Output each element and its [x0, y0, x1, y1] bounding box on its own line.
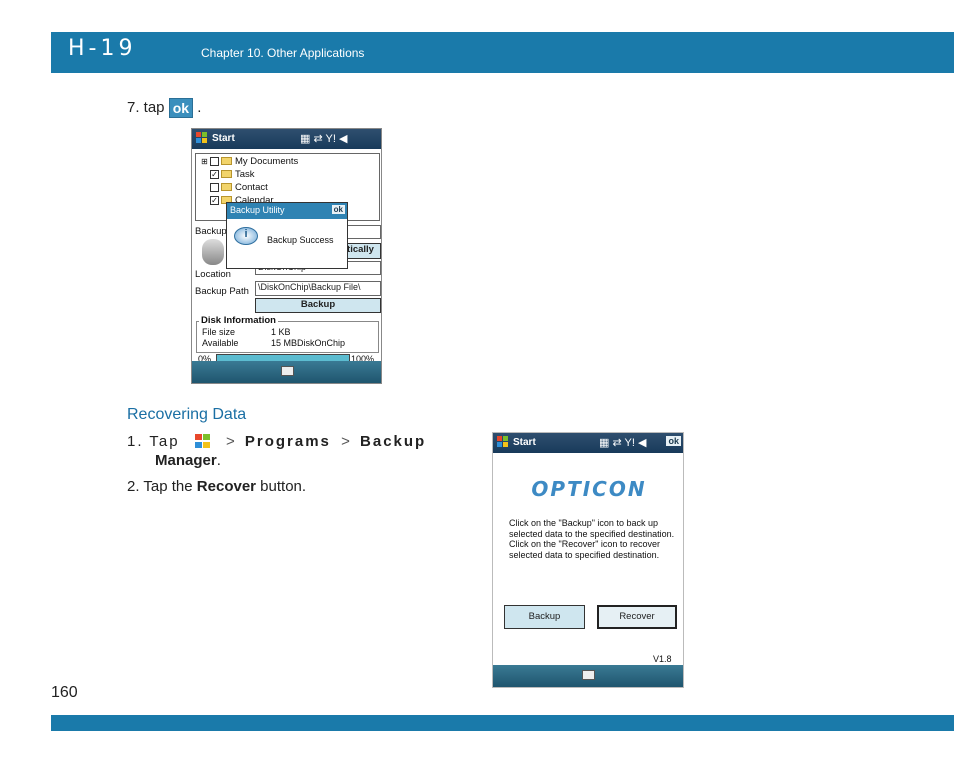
file-size-label: File size [202, 327, 236, 337]
file-size-value: 1 KB [271, 327, 291, 337]
step-7-period: . [197, 98, 202, 116]
backup-text: Backup [360, 433, 427, 450]
recover-step-1: 1. Tap > Programs > Backup Manager. [127, 433, 467, 469]
footer-band [51, 715, 954, 731]
separator: > [225, 433, 235, 450]
period: . [216, 452, 221, 470]
manager-text: Manager [155, 452, 217, 470]
description-text: Click on the "Backup" icon to back up se… [509, 518, 675, 560]
programs-text: Programs [244, 433, 331, 450]
soft-key-bar [192, 361, 381, 383]
soft-key-bar [493, 665, 683, 687]
tree-item[interactable]: ✓ Task [210, 169, 255, 180]
disk-info-title: Disk Information [199, 315, 278, 326]
dialog-title-bar: Backup Utility ok [227, 203, 347, 219]
step-2-text: 2. Tap the [127, 478, 193, 495]
windows-flag-icon [196, 132, 208, 144]
chapter-title: Chapter 10. Other Applications [201, 46, 365, 60]
windows-start-icon [194, 434, 212, 450]
backup-utility-dialog: Backup Utility ok i Backup Success [226, 202, 348, 269]
version-label: V1.8 [653, 654, 672, 664]
start-label: Start [513, 437, 536, 448]
separator: > [341, 433, 350, 450]
title-bar: Start ▦ ⇄ Y! ◀ ok [493, 433, 683, 453]
recover-text: Recover [196, 478, 256, 495]
backup-button[interactable]: Backup [255, 298, 381, 313]
step-7-text: 7. tap [127, 98, 165, 116]
backup-label: Backup [195, 226, 227, 237]
available-location: DiskOnChip [297, 338, 346, 348]
step-1-text: 1. Tap [127, 433, 180, 450]
ok-icon: ok [168, 98, 194, 118]
ok-button[interactable]: ok [666, 436, 681, 446]
backup-manager-screenshot: Start ▦ ⇄ Y! ◀ ok OPTICON Click on the "… [492, 432, 684, 688]
dialog-title: Backup Utility [230, 205, 285, 215]
keyboard-icon[interactable] [582, 670, 595, 680]
step-2-end: button. [260, 478, 307, 495]
status-icons: ▦ ⇄ Y! ◀ [599, 437, 647, 449]
status-icons: ▦ ⇄ Y! ◀ [300, 133, 348, 145]
title-bar: Start ▦ ⇄ Y! ◀ [192, 129, 381, 149]
section-heading: Recovering Data [127, 406, 247, 423]
backup-path-label: Backup Path [195, 286, 249, 297]
opticon-logo: OPTICON [531, 477, 647, 501]
info-icon: i [234, 227, 258, 245]
tree-item[interactable]: ⊞ My Documents [201, 156, 298, 167]
tree-item[interactable]: Contact [210, 182, 268, 193]
windows-flag-icon [497, 436, 509, 448]
model-logo: H-19 [68, 36, 137, 61]
database-icon [202, 239, 224, 265]
backup-button[interactable]: Backup [504, 605, 585, 629]
keyboard-icon[interactable] [280, 366, 294, 376]
backup-path-field[interactable]: \DiskOnChip\Backup File\ [255, 281, 381, 296]
step-7: 7. tap ok . [127, 98, 201, 118]
page-number: 160 [51, 684, 78, 701]
available-value: 15 MB [271, 338, 298, 348]
recover-button[interactable]: Recover [597, 605, 677, 629]
dialog-ok-button[interactable]: ok [331, 205, 345, 214]
dialog-message: Backup Success [267, 235, 334, 245]
backup-success-screenshot: Start ▦ ⇄ Y! ◀ ⊞ My Documents ✓ Task Cont… [191, 128, 382, 384]
header-band [51, 32, 954, 73]
available-label: Available [202, 338, 239, 348]
recover-step-2: 2. Tap the Recover button. [127, 478, 306, 495]
start-label: Start [212, 133, 235, 144]
location-label: Location [195, 269, 231, 280]
